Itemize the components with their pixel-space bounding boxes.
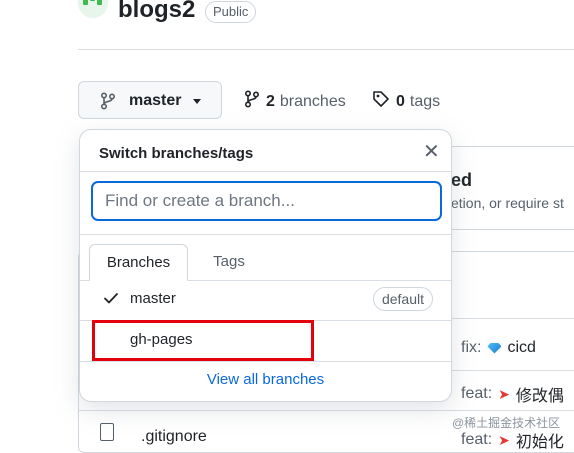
menu-title: Switch branches/tags: [99, 145, 254, 162]
gem-icon: [487, 342, 502, 354]
commit-message[interactable]: fix: cicd: [461, 339, 536, 357]
notice-description: etion, or require st: [451, 195, 564, 211]
repo-avatar: [78, 0, 108, 18]
git-branch-icon: [100, 92, 116, 115]
tag-icon: [372, 90, 390, 113]
tags-link[interactable]: 0 tags: [372, 90, 440, 113]
visibility-badge: Public: [205, 1, 257, 23]
item-divider: [80, 361, 451, 362]
row-divider: [78, 410, 574, 411]
commit-message[interactable]: feat: ➤ 修改偶: [461, 382, 564, 406]
branches-label: branches: [279, 92, 346, 110]
file-icon: [100, 423, 114, 441]
view-all-branches-link[interactable]: View all branches: [80, 371, 451, 388]
branches-count: 2: [266, 92, 275, 110]
branch-select-button[interactable]: master: [78, 81, 222, 119]
rocket-icon: ➤: [498, 385, 510, 402]
check-icon: [103, 290, 119, 311]
branch-item-master[interactable]: master default: [80, 280, 451, 320]
tab-tags[interactable]: Tags: [193, 244, 265, 281]
header-divider: [78, 49, 574, 50]
branch-switch-menu: Switch branches/tags ✕ Branches Tags mas…: [79, 129, 452, 402]
notice-heading: ed: [451, 170, 473, 190]
branches-link[interactable]: 2 branches: [244, 90, 346, 113]
file-name[interactable]: .gitignore: [141, 428, 207, 446]
menu-divider: [80, 234, 451, 235]
watermark: @稀土掘金技术社区: [452, 416, 561, 430]
chevron-down-icon: [193, 99, 201, 104]
tags-count: 0: [396, 92, 405, 110]
default-badge: default: [372, 287, 433, 311]
commit-message[interactable]: feat: ➤ 初始化: [461, 428, 564, 452]
repo-name[interactable]: blogs2: [118, 0, 195, 24]
menu-divider: [80, 171, 451, 172]
branch-filter-input[interactable]: [91, 181, 442, 221]
rocket-icon: ➤: [498, 431, 510, 448]
tab-branches[interactable]: Branches: [89, 244, 188, 281]
git-branch-icon: [244, 90, 260, 113]
highlight-box: [92, 320, 314, 361]
close-icon[interactable]: ✕: [423, 142, 440, 162]
tags-label: tags: [409, 92, 441, 110]
branch-name: master: [130, 290, 176, 307]
current-branch-label: master: [129, 92, 182, 109]
